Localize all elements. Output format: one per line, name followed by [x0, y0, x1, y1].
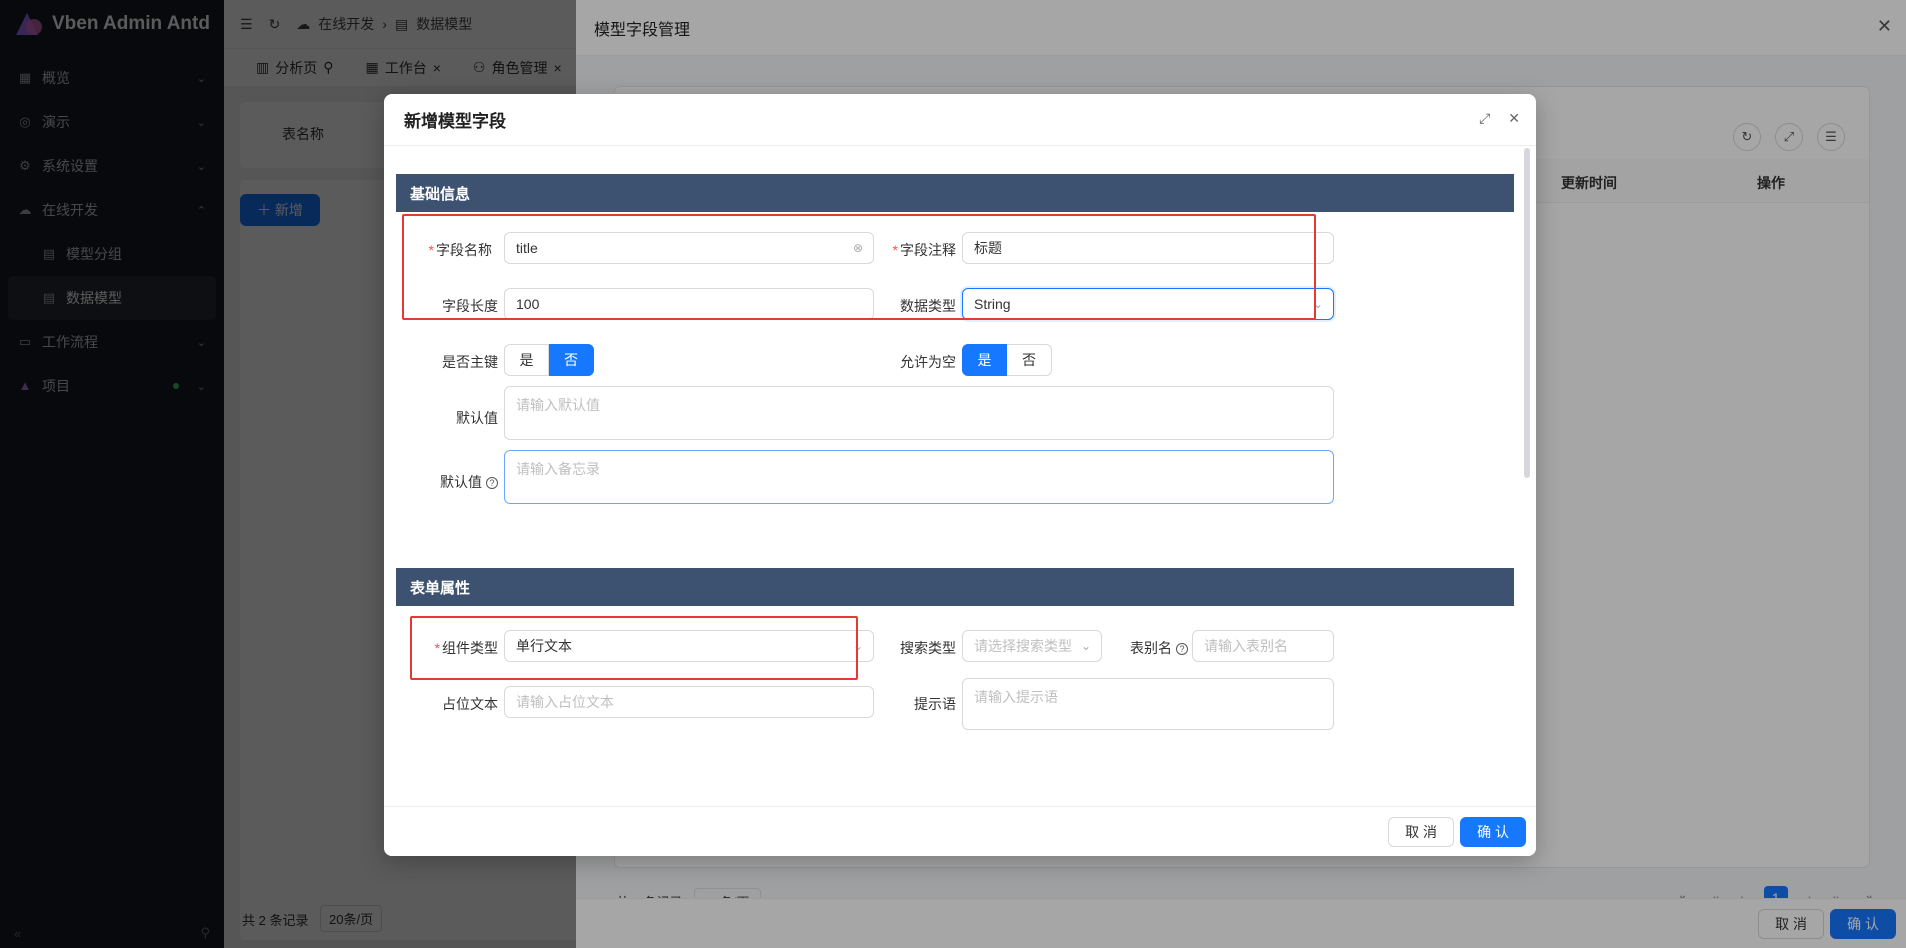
fullscreen-icon[interactable]: ⤢	[1479, 110, 1490, 127]
search-type-label: 搜索类型	[900, 640, 956, 656]
field-comment-label: * 字段注释	[892, 242, 956, 258]
component-type-label: * 组件类型	[434, 640, 498, 656]
nullable-no[interactable]: 否	[1007, 344, 1052, 376]
field-name-label: * 字段名称	[428, 242, 492, 258]
search-type-select[interactable]: 请选择搜索类型 ⌄	[962, 630, 1102, 662]
label-text: 字段注释	[900, 242, 956, 258]
input-value: title	[516, 240, 538, 256]
scrollbar[interactable]	[1524, 148, 1530, 478]
input-placeholder: 请输入占位文本	[516, 694, 614, 710]
placeholder-text-label: 占位文本	[442, 696, 498, 712]
section-form-props: 表单属性	[396, 568, 1514, 606]
data-type-label: 数据类型	[900, 298, 956, 314]
close-icon[interactable]: ✕	[1508, 110, 1520, 127]
confirm-button[interactable]: 确 认	[1460, 817, 1526, 847]
data-type-select[interactable]: String ⌄	[962, 288, 1334, 320]
modal-body: 基础信息 * 字段名称 title ⊗ * 字段注释 标题 字段长度 100 数据类…	[384, 146, 1536, 806]
modal-title: 新增模型字段	[404, 112, 506, 131]
chevron-down-icon: ⌄	[1080, 639, 1091, 653]
select-value: 单行文本	[516, 638, 572, 654]
primary-key-no[interactable]: 否	[549, 344, 594, 376]
chevron-down-icon: ⌄	[852, 639, 863, 653]
select-placeholder: 请选择搜索类型	[974, 638, 1072, 654]
label-text: 字段名称	[436, 242, 492, 258]
section-basic-info: 基础信息	[396, 174, 1514, 212]
nullable-toggle: 是 否	[962, 344, 1052, 376]
add-field-modal: 新增模型字段 ⤢ ✕ 基础信息 * 字段名称 title ⊗ * 字段注释 标题 字…	[384, 94, 1536, 856]
cancel-button[interactable]: 取 消	[1388, 817, 1454, 847]
modal-footer: 取 消 确 认	[384, 806, 1536, 856]
input-value: 标题	[974, 240, 1002, 256]
label-text: 组件类型	[442, 640, 498, 656]
placeholder-text-input[interactable]: 请输入占位文本	[504, 686, 874, 718]
field-length-input[interactable]: 100	[504, 288, 874, 320]
nullable-yes[interactable]: 是	[962, 344, 1007, 376]
primary-key-toggle: 是 否	[504, 344, 594, 376]
input-placeholder: 请输入表别名	[1204, 638, 1288, 654]
primary-key-label: 是否主键	[442, 354, 498, 370]
chevron-down-icon: ⌄	[1312, 297, 1323, 311]
field-name-input[interactable]: title ⊗	[504, 232, 874, 264]
default-value-label: 默认值	[456, 410, 498, 426]
label-text: 表别名	[1130, 640, 1172, 656]
nullable-label: 允许为空	[900, 354, 956, 370]
help-icon[interactable]: ?	[486, 477, 498, 490]
alias-input[interactable]: 请输入表别名	[1192, 630, 1334, 662]
hint-label: 提示语	[914, 696, 956, 712]
memo-textarea[interactable]: 请输入备忘录	[504, 450, 1334, 504]
default-value-textarea[interactable]: 请输入默认值	[504, 386, 1334, 440]
component-type-select[interactable]: 单行文本 ⌄	[504, 630, 874, 662]
help-icon[interactable]: ?	[1176, 643, 1188, 656]
select-value: String	[974, 296, 1011, 312]
input-value: 100	[516, 296, 540, 312]
memo-label: 默认值?	[414, 472, 498, 492]
clear-icon[interactable]: ⊗	[853, 241, 863, 255]
primary-key-yes[interactable]: 是	[504, 344, 549, 376]
alias-label: 表别名?	[1100, 638, 1188, 658]
field-length-label: 字段长度	[442, 298, 498, 314]
field-comment-input[interactable]: 标题	[962, 232, 1334, 264]
label-text: 默认值	[440, 474, 482, 490]
hint-textarea[interactable]: 请输入提示语	[962, 678, 1334, 730]
